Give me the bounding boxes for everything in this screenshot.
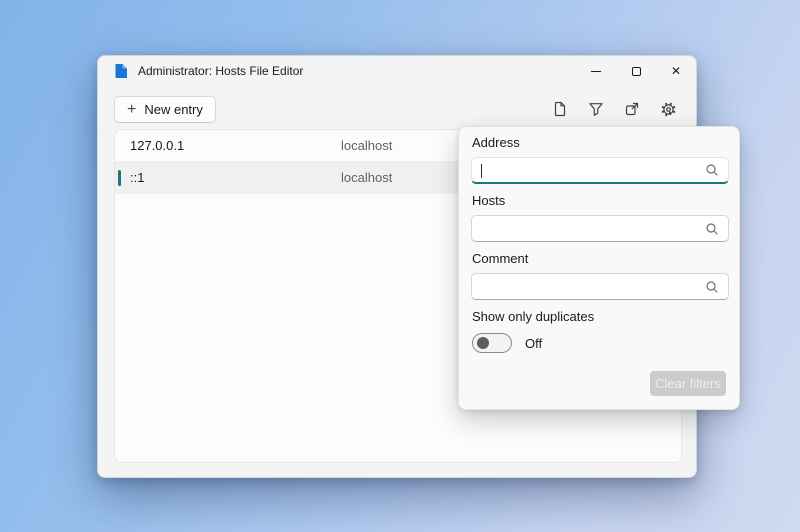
new-entry-button[interactable]: + New entry <box>114 96 216 123</box>
app-icon <box>114 63 128 79</box>
open-external-icon <box>624 101 640 117</box>
search-icon[interactable] <box>705 163 719 177</box>
search-icon[interactable] <box>705 280 719 294</box>
duplicates-toggle[interactable] <box>472 333 512 353</box>
filter-button[interactable] <box>582 95 610 123</box>
filter-flyout: Address Hosts Comment Show only duplicat… <box>458 126 740 410</box>
toggle-state-label: Off <box>525 336 542 351</box>
toggle-knob <box>477 337 489 349</box>
address-filter-box <box>471 157 729 184</box>
hosts-filter-input[interactable] <box>472 216 705 241</box>
address-cell: 127.0.0.1 <box>130 138 341 153</box>
hosts-cell: localhost <box>341 138 392 153</box>
new-entry-label: New entry <box>144 102 203 117</box>
new-file-button[interactable] <box>546 95 574 123</box>
clear-filters-button[interactable]: Clear filters <box>650 371 726 396</box>
comment-filter-label: Comment <box>472 251 528 266</box>
text-caret <box>481 164 482 178</box>
settings-button[interactable] <box>654 95 682 123</box>
open-external-button[interactable] <box>618 95 646 123</box>
search-icon[interactable] <box>705 222 719 236</box>
address-filter-label: Address <box>472 135 520 150</box>
settings-gear-icon <box>660 101 677 118</box>
new-file-icon <box>552 101 568 117</box>
hosts-filter-box <box>471 215 729 242</box>
comment-filter-box <box>471 273 729 300</box>
hosts-filter-label: Hosts <box>472 193 505 208</box>
minimize-button[interactable] <box>576 56 616 86</box>
window-title: Administrator: Hosts File Editor <box>138 64 303 78</box>
maximize-icon <box>632 67 641 76</box>
show-only-duplicates-label: Show only duplicates <box>472 309 594 324</box>
selection-accent-bar <box>118 170 121 186</box>
close-button[interactable]: ✕ <box>656 56 696 86</box>
minimize-icon <box>591 71 601 72</box>
hosts-cell: localhost <box>341 170 392 185</box>
address-cell: ::1 <box>130 170 341 185</box>
title-bar: Administrator: Hosts File Editor ✕ <box>98 56 696 86</box>
plus-icon: + <box>127 103 136 117</box>
address-filter-input[interactable] <box>472 158 705 182</box>
filter-icon <box>588 101 604 117</box>
close-icon: ✕ <box>671 64 681 78</box>
comment-filter-input[interactable] <box>472 274 705 299</box>
maximize-button[interactable] <box>616 56 656 86</box>
